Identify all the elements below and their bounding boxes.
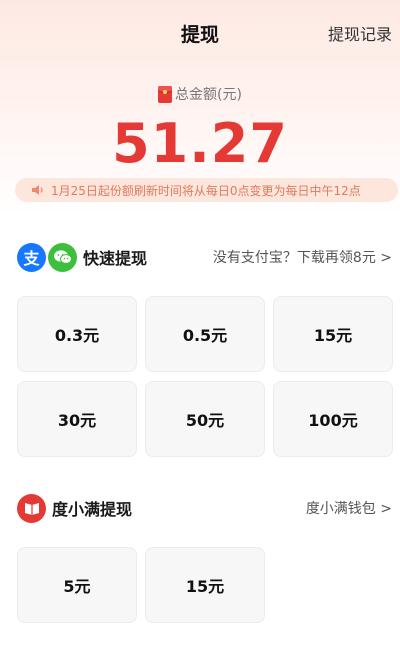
amount-option-50[interactable]: 50元 (145, 381, 265, 457)
duxiaoman-amount-option-5[interactable]: 5元 (17, 547, 137, 623)
balance-label: 总金额(元) (175, 87, 242, 103)
quick-withdraw-title: 快速提现 (83, 249, 148, 268)
speaker-icon (31, 184, 45, 196)
notice-text: 1月25日起份额刷新时间将从每日0点变更为每日中午12点 (51, 183, 361, 198)
alipay-icon: 支 (17, 242, 46, 272)
quick-withdraw-header: 支 快速提现 没有支付宝？下载再领8元 > (17, 241, 392, 273)
amount-option-15[interactable]: 15元 (273, 296, 393, 372)
notice-banner: 1月25日起份额刷新时间将从每日0点变更为每日中午12点 (15, 178, 398, 202)
red-packet-icon (158, 85, 173, 103)
duxiaoman-withdraw-title: 度小满提现 (52, 500, 133, 519)
quick-withdraw-options: 0.3元 0.5元 15元 30元 50元 100元 (17, 296, 393, 457)
amount-option-30[interactable]: 30元 (17, 381, 137, 457)
withdraw-history-link[interactable]: 提现记录 (328, 21, 392, 45)
wechat-icon (48, 242, 77, 272)
duxiaoman-icon (17, 493, 46, 523)
duxiaoman-amount-option-15[interactable]: 15元 (145, 547, 265, 623)
duxiaoman-withdraw-options: 5元 15元 (17, 547, 392, 623)
amount-option-0.3[interactable]: 0.3元 (17, 296, 137, 372)
duxiaoman-withdraw-header: 度小满提现 度小满钱包 > (17, 492, 392, 524)
amount-option-0.5[interactable]: 0.5元 (145, 296, 265, 372)
download-alipay-link[interactable]: 没有支付宝？下载再领8元 > (213, 247, 392, 267)
balance-label-row: 总金额(元) (0, 84, 400, 104)
balance-amount: 51.27 (112, 112, 288, 175)
amount-option-100[interactable]: 100元 (273, 381, 393, 457)
duxiaoman-wallet-link[interactable]: 度小满钱包 > (306, 498, 392, 518)
